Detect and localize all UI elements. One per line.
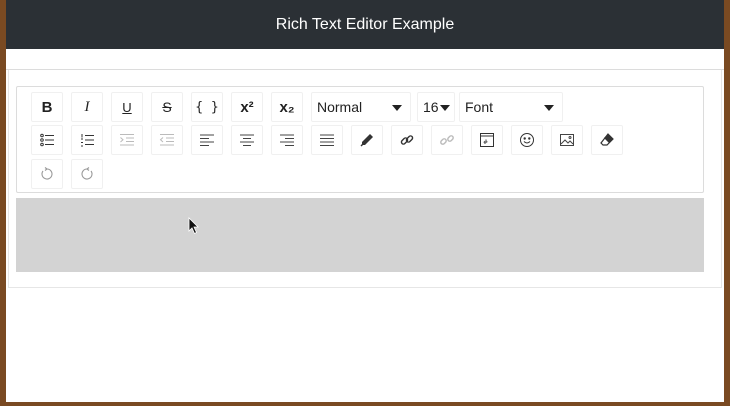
code-button[interactable]: { } <box>191 92 223 122</box>
font-family-value: Font <box>465 99 494 115</box>
indent-button[interactable] <box>111 125 143 155</box>
italic-button[interactable]: I <box>71 92 103 122</box>
subscript-button[interactable]: x₂ <box>271 92 303 122</box>
align-justify-button[interactable] <box>311 125 343 155</box>
superscript-label: x² <box>240 98 254 116</box>
block-type-dropdown[interactable]: Normal <box>311 92 411 122</box>
font-size-dropdown[interactable]: 16 <box>417 92 455 122</box>
align-center-icon <box>240 134 254 146</box>
chevron-down-icon <box>392 105 402 111</box>
ordered-list-icon <box>81 134 94 147</box>
indent-icon <box>120 134 134 146</box>
font-size-value: 16 <box>423 99 439 115</box>
window-titlebar: Rich Text Editor Example <box>6 0 724 49</box>
underline-button[interactable]: U <box>111 92 143 122</box>
outdent-button[interactable] <box>151 125 183 155</box>
subscript-label: x₂ <box>279 98 295 116</box>
chevron-down-icon <box>440 105 450 111</box>
editor-content-area[interactable] <box>16 198 704 272</box>
italic-label: I <box>84 98 90 115</box>
chevron-down-icon <box>544 105 554 111</box>
eraser-icon <box>600 133 614 146</box>
undo-button[interactable] <box>31 159 63 189</box>
font-family-dropdown[interactable]: Font <box>459 92 563 122</box>
color-picker-icon <box>360 134 373 147</box>
code-label: { } <box>195 99 219 115</box>
strikethrough-button[interactable]: S <box>151 92 183 122</box>
mouse-cursor-icon <box>188 217 199 235</box>
unordered-list-icon <box>40 133 54 147</box>
superscript-button[interactable]: x² <box>231 92 263 122</box>
bold-label: B <box>41 98 53 116</box>
align-left-button[interactable] <box>191 125 223 155</box>
link-button[interactable] <box>391 125 423 155</box>
eraser-button[interactable] <box>591 125 623 155</box>
color-picker-button[interactable] <box>351 125 383 155</box>
window-title: Rich Text Editor Example <box>275 15 455 33</box>
svg-text:#: # <box>483 139 488 146</box>
align-justify-icon <box>320 134 334 146</box>
bold-button[interactable]: B <box>31 92 63 122</box>
align-center-button[interactable] <box>231 125 263 155</box>
ordered-list-button[interactable] <box>71 125 103 155</box>
embedded-button[interactable]: # <box>471 125 503 155</box>
emoji-button[interactable] <box>511 125 543 155</box>
underline-label: U <box>122 99 132 115</box>
image-button[interactable] <box>551 125 583 155</box>
outdent-icon <box>159 134 174 146</box>
strikethrough-label: S <box>162 99 172 115</box>
undo-icon <box>41 167 53 180</box>
block-type-value: Normal <box>317 99 363 115</box>
unordered-list-button[interactable] <box>31 125 63 155</box>
unlink-icon <box>440 135 454 145</box>
redo-button[interactable] <box>71 159 103 189</box>
editor-toolbar: B I U S { } x² x₂ Normal 16 Font # <box>16 86 704 193</box>
image-icon <box>560 134 574 146</box>
embedded-icon: # <box>480 133 494 147</box>
redo-icon <box>81 167 93 180</box>
align-right-button[interactable] <box>271 125 303 155</box>
link-icon <box>400 135 414 145</box>
unlink-button[interactable] <box>431 125 463 155</box>
align-right-icon <box>280 134 294 146</box>
emoji-icon <box>520 133 534 147</box>
align-left-icon <box>200 134 214 146</box>
